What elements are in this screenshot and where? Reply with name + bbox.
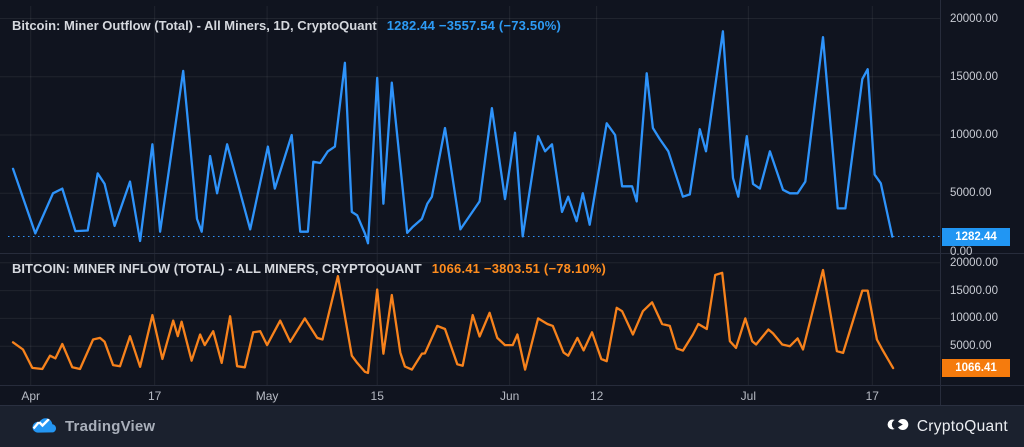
chart-plot-area[interactable]	[0, 0, 1024, 447]
time-axis-label: 15	[353, 389, 401, 403]
attribution-bar: TradingView CryptoQuant	[0, 405, 1024, 447]
cryptoquant-label: CryptoQuant	[917, 418, 1008, 436]
tradingview-link[interactable]: TradingView	[30, 415, 155, 439]
legend-inflow-title: BITCOIN: MINER INFLOW (TOTAL) - ALL MINE…	[12, 261, 422, 276]
time-axis-label: 17	[131, 389, 179, 403]
time-axis-label: 17	[848, 389, 896, 403]
time-axis-label: 12	[573, 389, 621, 403]
time-axis-label: May	[243, 389, 291, 403]
outflow-series-line	[13, 31, 892, 243]
price-axis-label: 5000.00	[950, 339, 992, 353]
legend-miner-outflow[interactable]: Bitcoin: Miner Outflow (Total) - All Min…	[12, 18, 561, 33]
price-axis-label: 15000.00	[950, 284, 998, 298]
time-axis-label: Jun	[486, 389, 534, 403]
tradingview-logo-icon	[30, 415, 57, 439]
legend-inflow-values: 1066.41 −3803.51 (−78.10%)	[432, 261, 606, 276]
legend-outflow-title: Bitcoin: Miner Outflow (Total) - All Min…	[12, 18, 377, 33]
last-price-badge-inflow: 1066.41	[942, 359, 1010, 377]
cryptoquant-link[interactable]: CryptoQuant	[887, 416, 1008, 438]
last-price-badge-outflow: 1282.44	[942, 228, 1010, 246]
inflow-series-line	[13, 270, 893, 373]
price-axis-label: 5000.00	[950, 186, 992, 200]
time-axis-label: Jul	[724, 389, 772, 403]
price-axis-label: 20000.00	[950, 256, 998, 270]
time-axis[interactable]: Apr 17 May 15 Jun 12 Jul 17	[0, 386, 1024, 405]
legend-miner-inflow[interactable]: BITCOIN: MINER INFLOW (TOTAL) - ALL MINE…	[12, 261, 606, 276]
time-axis-label: Apr	[7, 389, 55, 403]
tradingview-label: TradingView	[65, 418, 155, 435]
price-axis-label: 15000.00	[950, 70, 998, 84]
price-axis-label: 20000.00	[950, 12, 998, 26]
price-axis-label: 10000.00	[950, 128, 998, 142]
price-axis[interactable]: 20000.0015000.0010000.005000.000.0020000…	[941, 0, 1024, 385]
legend-outflow-values: 1282.44 −3557.54 (−73.50%)	[387, 18, 561, 33]
chart-window: Bitcoin: Miner Outflow (Total) - All Min…	[0, 0, 1024, 447]
cryptoquant-logo-icon	[887, 416, 909, 438]
price-axis-label: 10000.00	[950, 311, 998, 325]
